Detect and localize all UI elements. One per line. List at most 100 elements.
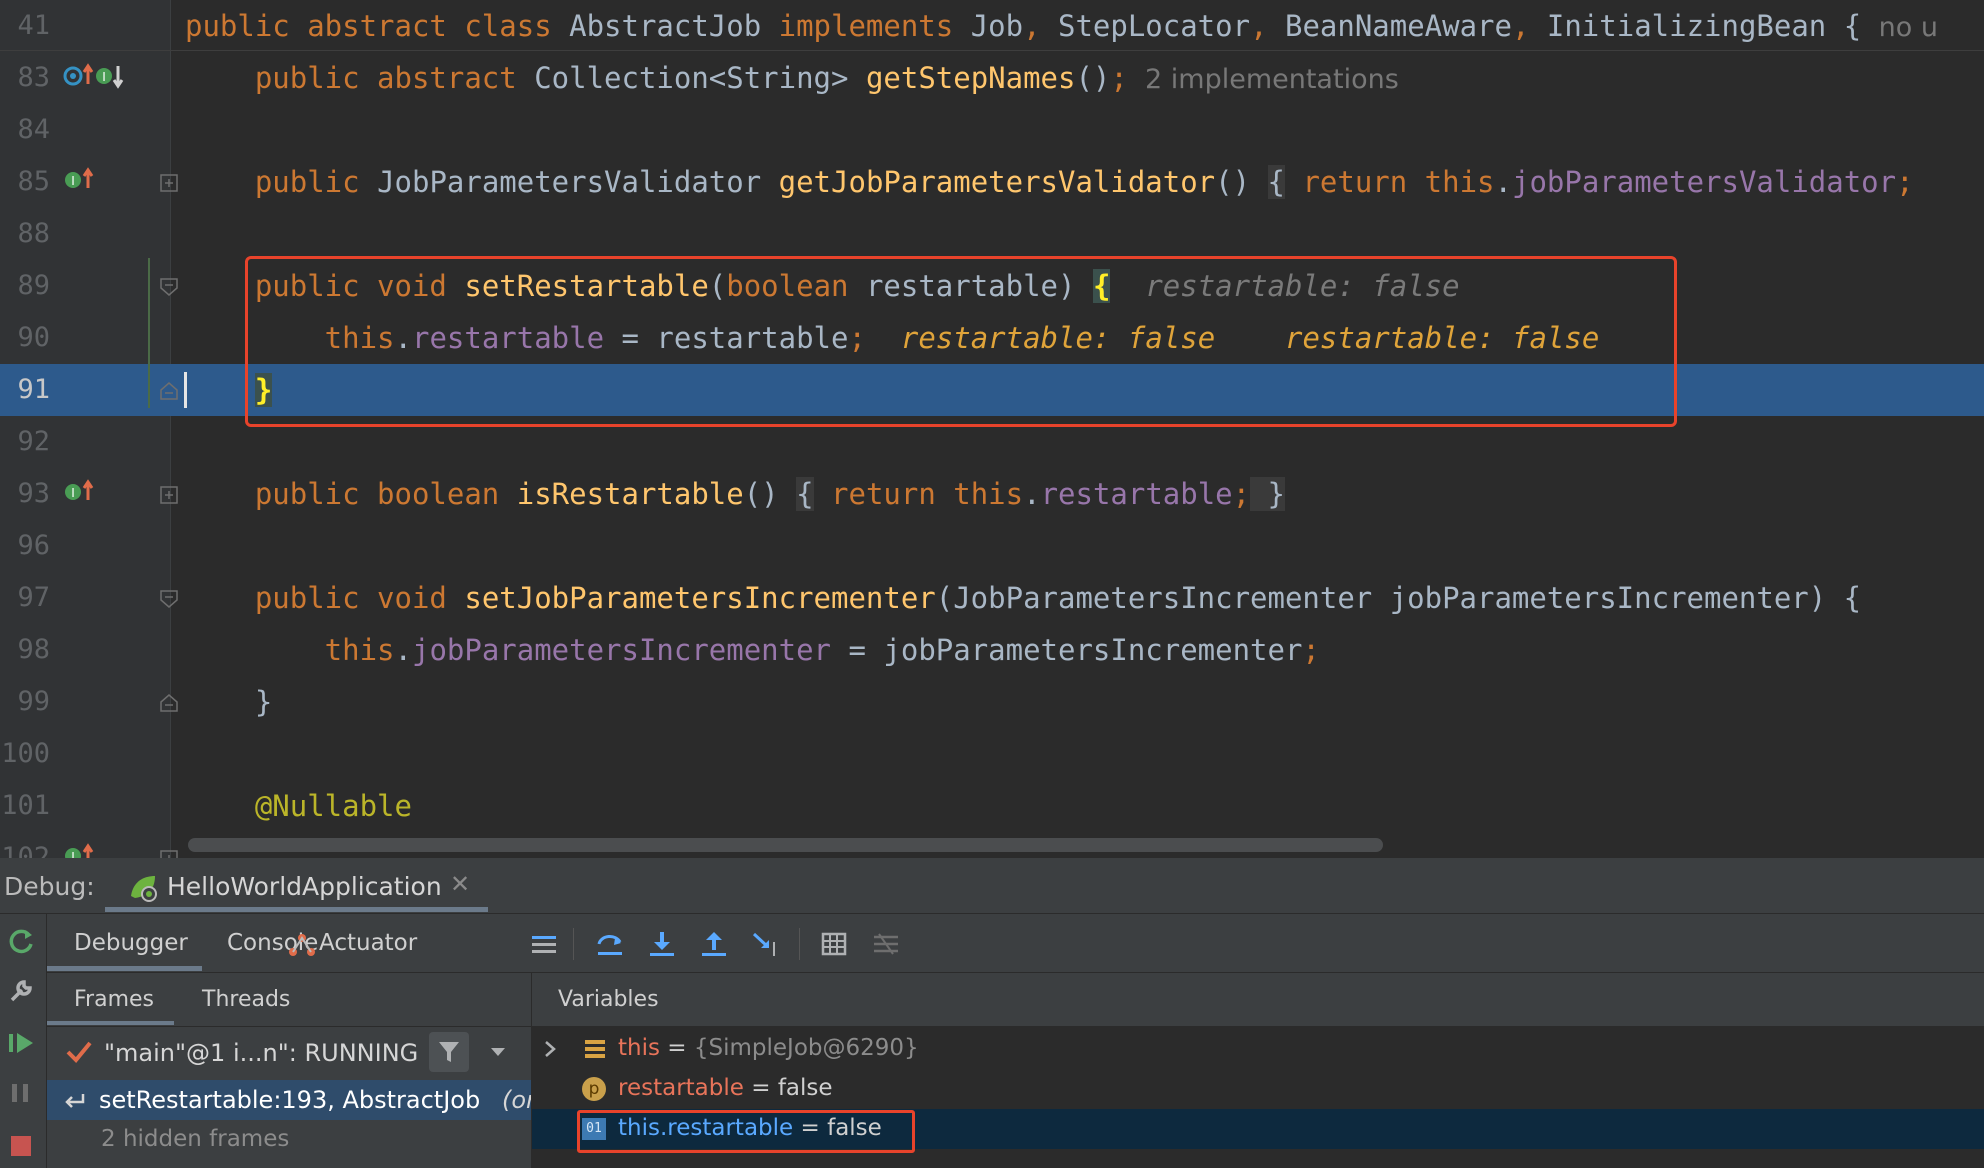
implements-overridden-icon[interactable]: I [62,62,126,94]
code-token: false [1511,321,1600,355]
step-out-icon[interactable] [699,930,729,958]
code-token: ; [848,321,866,355]
resume-icon[interactable] [6,1028,36,1062]
chevron-down-icon[interactable] [489,1044,507,1063]
line-number[interactable]: 93 [0,478,50,509]
svg-text:I: I [71,850,75,858]
line-number[interactable]: 99 [0,686,50,717]
code-token: return this [813,477,1024,511]
implements-interface-icon[interactable]: I [62,166,102,198]
code-line[interactable]: 91 } [0,364,1984,416]
fold-expand-icon[interactable] [160,850,178,858]
code-token: , [1511,9,1547,43]
code-token: (JobParametersIncrementer jobParametersI… [935,581,1862,615]
code-line[interactable]: 85 public JobParametersValidator getJobP… [0,156,1984,208]
vcs-change-marker[interactable] [148,258,150,408]
fold-collapse-icon[interactable] [160,590,178,608]
line-number[interactable]: 97 [0,582,50,613]
code-text: } [185,373,273,407]
line-number[interactable]: 101 [0,790,50,821]
trace-stream-icon[interactable] [871,930,901,958]
code-token: restartable: [865,321,1128,355]
variable-value: {SimpleJob@6290} [693,1035,919,1061]
code-line[interactable]: 97 public void setJobParametersIncrement… [0,572,1984,624]
debug-tab-bar: Debug: HelloWorldApplication ✕ [0,858,1984,914]
code-line[interactable]: 100 [0,728,1984,780]
code-line[interactable]: 96 [0,520,1984,572]
hidden-frames-row[interactable]: 2 hidden frames [47,1120,531,1160]
line-number[interactable]: 83 [0,62,50,93]
code-line[interactable]: 83 public abstract Collection<String> ge… [0,52,1984,104]
tab-threads[interactable]: Threads [202,987,290,1012]
run-to-cursor-icon[interactable] [751,930,781,958]
variable-row[interactable]: p restartable = false [532,1069,1984,1109]
code-token: this [185,321,395,355]
sticky-header-separator [0,50,1984,51]
implements-interface-icon[interactable]: I [62,478,102,510]
line-number[interactable]: 102 [0,842,50,858]
variable-row-selected[interactable]: 01 this.restartable = false [532,1109,1984,1149]
show-execution-point-icon[interactable] [529,930,559,958]
stop-icon[interactable] [6,1128,36,1162]
step-over-icon[interactable] [595,930,625,958]
code-line[interactable]: 41 public abstract class AbstractJob impl… [0,0,1984,52]
code-line[interactable]: 98 this.jobParametersIncrementer = jobPa… [0,624,1984,676]
implements-interface-icon[interactable]: I [62,842,102,858]
code-token: no u [1878,12,1938,43]
line-number[interactable]: 100 [0,738,50,769]
code-text: public abstract class AbstractJob implem… [185,9,1938,43]
line-number[interactable]: 85 [0,166,50,197]
tab-debugger[interactable]: Debugger [74,914,188,972]
fold-end-icon[interactable] [160,694,178,712]
pause-icon[interactable] [6,1078,36,1112]
debug-tool-window: Debug: HelloWorldApplication ✕ Debugger … [0,858,1984,1168]
line-number[interactable]: 92 [0,426,50,457]
line-number[interactable]: 89 [0,270,50,301]
line-number[interactable]: 90 [0,322,50,353]
code-editor[interactable]: 41 public abstract class AbstractJob impl… [0,0,1984,858]
fold-collapse-icon[interactable] [160,278,178,296]
code-token: this [185,633,395,667]
code-text: this.restartable = restartable; restarta… [185,321,1600,355]
code-line[interactable]: 93 public boolean isRestartable() { retu… [0,468,1984,520]
code-token: , [1023,9,1058,43]
frame-suffix: (or [502,1086,531,1114]
rerun-icon[interactable] [6,926,36,960]
fold-end-icon[interactable] [160,382,178,400]
step-into-icon[interactable] [647,930,677,958]
spring-boot-debug-icon [127,870,159,906]
close-icon[interactable]: ✕ [450,870,470,898]
code-token: { [1267,165,1285,199]
line-number[interactable]: 96 [0,530,50,561]
line-number[interactable]: 84 [0,114,50,145]
code-token: () [743,477,797,511]
settings-wrench-icon[interactable] [6,976,36,1010]
line-number[interactable]: 91 [0,374,50,405]
tab-frames[interactable]: Frames [74,987,154,1012]
code-line[interactable]: 90 this.restartable = restartable; resta… [0,312,1984,364]
fold-expand-icon[interactable] [160,486,178,504]
fold-expand-icon[interactable] [160,174,178,192]
code-line[interactable]: 92 [0,416,1984,468]
code-line[interactable]: 89 public void setRestartable(boolean re… [0,260,1984,312]
line-number[interactable]: 88 [0,218,50,249]
code-line[interactable]: 88 [0,208,1984,260]
code-token: , [1250,9,1285,43]
code-token: restartable [411,321,605,355]
tab-actuator[interactable]: Actuator [319,914,417,972]
code-line[interactable]: 99 } [0,676,1984,728]
chevron-right-icon[interactable] [542,1039,558,1065]
code-token: return this [1285,165,1495,199]
variables-header: Variables [532,973,1984,1027]
code-line[interactable]: 101 @Nullable [0,780,1984,832]
line-number[interactable]: 41 [0,10,50,41]
thread-selector[interactable]: "main"@1 i...n": RUNNING [47,1028,531,1078]
filter-icon[interactable] [429,1032,469,1072]
stack-frame-row[interactable]: setRestartable:193, AbstractJob (or [47,1080,531,1120]
horizontal-scrollbar[interactable] [188,838,1383,852]
line-number[interactable]: 98 [0,634,50,665]
variable-row[interactable]: this = {SimpleJob@6290} [532,1029,1984,1069]
variable-name: this.restartable [618,1115,794,1141]
evaluate-expression-icon[interactable] [819,930,849,958]
code-line[interactable]: 84 [0,104,1984,156]
